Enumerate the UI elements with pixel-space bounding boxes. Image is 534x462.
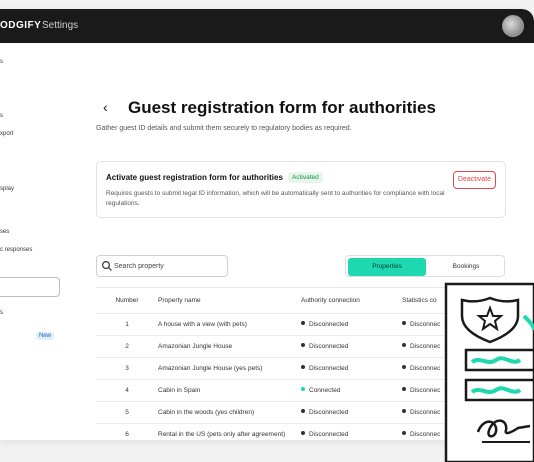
row-authority-text: Disconnected bbox=[309, 431, 349, 438]
status-dot-icon bbox=[301, 409, 305, 414]
row-number: 5 bbox=[125, 409, 129, 416]
row-statistics-text: Disconnec bbox=[410, 365, 441, 372]
sidebar-search-input[interactable] bbox=[0, 277, 60, 297]
activation-card: Activate guest registration form for aut… bbox=[96, 161, 506, 218]
status-dot-icon bbox=[402, 409, 406, 414]
search-box[interactable] bbox=[96, 255, 228, 277]
search-icon bbox=[101, 260, 112, 271]
row-statistics: Disconnec bbox=[402, 336, 440, 358]
row-authority-text: Connected bbox=[309, 387, 341, 394]
header-authority[interactable]: Authority connection bbox=[301, 288, 360, 314]
row-authority-text: Disconnected bbox=[309, 409, 349, 416]
status-dot-icon bbox=[402, 321, 406, 326]
row-name: Amazonian Jungle House bbox=[158, 343, 233, 350]
row-statistics: Disconnec bbox=[402, 424, 440, 440]
row-name: Cabin in Spain bbox=[158, 387, 201, 394]
row-authority: Disconnected bbox=[301, 424, 348, 440]
sidebar-item[interactable]: s bbox=[0, 113, 3, 119]
row-name: Rental in the US (pets only after agreem… bbox=[158, 431, 286, 438]
sidebar-item[interactable]: ses bbox=[0, 229, 9, 235]
back-chevron-icon[interactable]: ‹ bbox=[103, 99, 108, 115]
row-number: 3 bbox=[125, 365, 129, 372]
status-dot-icon bbox=[301, 387, 305, 392]
row-authority: Disconnected bbox=[301, 314, 348, 336]
status-dot-icon bbox=[301, 321, 305, 326]
status-dot-icon bbox=[301, 365, 305, 370]
row-authority: Disconnected bbox=[301, 336, 348, 358]
row-statistics: Disconnec bbox=[402, 402, 440, 424]
header-statistics[interactable]: Statistics co bbox=[402, 288, 437, 314]
sidebar-item[interactable]: s bbox=[0, 310, 3, 316]
row-statistics: Disconnec bbox=[402, 314, 440, 336]
header-name[interactable]: Property name bbox=[158, 288, 201, 314]
header-number[interactable]: Number bbox=[108, 288, 146, 314]
row-name: A house with a view (with pets) bbox=[158, 321, 247, 328]
status-dot-icon bbox=[301, 431, 305, 436]
row-statistics: Disconnec bbox=[402, 380, 440, 402]
tab-properties[interactable]: Properties bbox=[348, 258, 426, 276]
row-authority: Disconnected bbox=[301, 402, 348, 424]
sidebar-item[interactable]: splay bbox=[0, 186, 14, 192]
status-dot-icon bbox=[301, 343, 305, 348]
status-dot-icon bbox=[402, 387, 406, 392]
row-statistics-text: Disconnec bbox=[410, 387, 441, 394]
top-bar: ODGIFY Settings bbox=[0, 9, 534, 43]
deactivate-button[interactable]: Deactivate bbox=[452, 171, 496, 189]
status-badge: Activated bbox=[288, 172, 323, 183]
row-statistics-text: Disconnec bbox=[410, 321, 441, 328]
row-statistics-text: Disconnec bbox=[410, 431, 441, 438]
sidebar-item[interactable]: c responses bbox=[0, 247, 32, 253]
row-name: Amazonian Jungle House (yes pets) bbox=[158, 365, 263, 372]
document-badge-illustration-icon bbox=[444, 282, 534, 462]
row-number: 1 bbox=[125, 321, 129, 328]
search-input[interactable] bbox=[114, 259, 224, 273]
row-statistics-text: Disconnec bbox=[410, 343, 441, 350]
row-authority-text: Disconnected bbox=[309, 343, 349, 350]
row-authority: Disconnected bbox=[301, 358, 348, 380]
row-name: Cabin in the woods (yes children) bbox=[158, 409, 255, 416]
card-title: Activate guest registration form for aut… bbox=[106, 173, 283, 182]
status-dot-icon bbox=[402, 343, 406, 348]
sidebar-item[interactable]: xport bbox=[0, 131, 13, 137]
new-badge: New bbox=[36, 332, 55, 340]
row-number: 6 bbox=[125, 431, 129, 438]
nav-settings[interactable]: Settings bbox=[42, 20, 78, 31]
row-statistics: Disconnec bbox=[402, 358, 440, 380]
status-dot-icon bbox=[402, 431, 406, 436]
card-description: Requires guests to submit legal ID infor… bbox=[106, 190, 445, 207]
row-authority: Connected bbox=[301, 380, 340, 402]
status-dot-icon bbox=[402, 365, 406, 370]
avatar[interactable] bbox=[502, 15, 524, 37]
page-subtitle: Gather guest ID details and submit them … bbox=[96, 125, 352, 132]
row-statistics-text: Disconnec bbox=[410, 409, 441, 416]
row-authority-text: Disconnected bbox=[309, 321, 349, 328]
row-number: 2 bbox=[125, 343, 129, 350]
brand-logo[interactable]: ODGIFY bbox=[0, 20, 41, 31]
row-authority-text: Disconnected bbox=[309, 365, 349, 372]
row-number: 4 bbox=[125, 387, 129, 394]
page-title: Guest registration form for authorities bbox=[128, 98, 436, 117]
sidebar-item[interactable]: s bbox=[0, 59, 3, 65]
